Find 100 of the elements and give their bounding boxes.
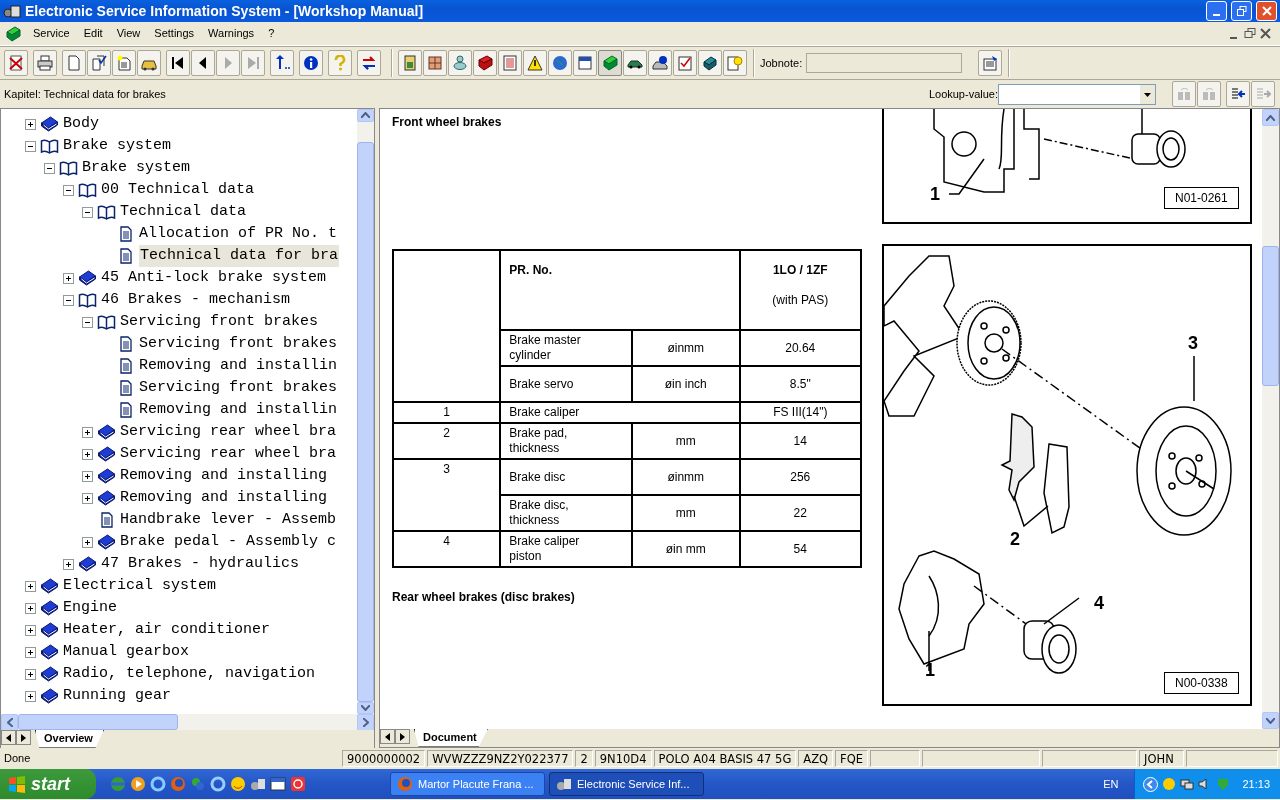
taskbar-button[interactable]: Electronic Service Inf... <box>549 772 704 796</box>
minimize-button[interactable] <box>1206 1 1227 21</box>
menu-item[interactable]: ? <box>261 23 282 44</box>
tree-item[interactable]: Removing and installin <box>139 354 338 378</box>
properties-button[interactable] <box>978 50 1003 76</box>
expand-icon[interactable] <box>25 646 36 658</box>
menu-item[interactable]: Warnings <box>201 23 262 44</box>
expand-icon[interactable] <box>63 558 74 570</box>
collapse-icon[interactable] <box>82 206 93 218</box>
tab-scroll-right-button[interactable] <box>395 729 410 744</box>
expand-icon[interactable] <box>82 536 93 548</box>
insert-button[interactable] <box>1226 81 1250 107</box>
expand-icon[interactable] <box>82 448 93 460</box>
tab-scroll-left-button[interactable] <box>380 729 395 744</box>
menu-item[interactable]: Service <box>26 23 77 44</box>
expand-icon[interactable] <box>25 690 36 702</box>
language-indicator[interactable]: EN <box>1103 775 1119 793</box>
jobnote-field[interactable] <box>806 53 963 73</box>
tree-item[interactable]: 47 Brakes - hydraulics <box>101 552 300 576</box>
horizontal-scroll-thumb[interactable] <box>18 714 178 730</box>
restore-button[interactable] <box>1231 1 1252 21</box>
book-button[interactable] <box>598 50 622 76</box>
info-button[interactable] <box>299 50 323 76</box>
tree-item[interactable]: Servicing rear wheel bra <box>120 442 337 466</box>
window-icon[interactable] <box>270 776 286 792</box>
lookup-combobox[interactable] <box>998 83 1156 105</box>
expand-icon[interactable] <box>25 602 36 614</box>
menu-item[interactable]: Edit <box>76 23 110 44</box>
tree-item[interactable]: 00 Technical data <box>101 178 255 202</box>
tab[interactable]: Overview <box>35 730 104 748</box>
collapse-icon[interactable] <box>25 140 36 152</box>
collapse-icon[interactable] <box>63 294 74 306</box>
tab-scroll-right-button[interactable] <box>16 730 31 745</box>
chip-button[interactable] <box>398 50 422 76</box>
tree-item[interactable]: Servicing front brakes <box>139 376 338 400</box>
tree-item[interactable]: Removing and installing <box>120 486 328 510</box>
taskbar-button[interactable]: Martor Placute Frana ... <box>390 772 545 796</box>
tree-item[interactable]: Brake system <box>82 156 191 180</box>
menu-item[interactable]: View <box>109 23 148 44</box>
browser-icon[interactable] <box>150 776 166 792</box>
scroll-down-button[interactable] <box>1262 712 1279 729</box>
window-button[interactable] <box>573 50 597 76</box>
tree-item[interactable]: Body <box>63 112 99 136</box>
closed-book-button[interactable] <box>473 50 497 76</box>
car-side-button[interactable] <box>623 50 647 76</box>
close-button[interactable] <box>1256 1 1277 21</box>
up-arrow-button[interactable] <box>270 50 294 76</box>
warning-button[interactable] <box>523 50 547 76</box>
tree-item[interactable]: Servicing front brakes <box>139 332 338 356</box>
figures-button[interactable] <box>448 50 472 76</box>
network-icon[interactable] <box>1180 777 1195 791</box>
globe-button[interactable] <box>548 50 572 76</box>
tree-item[interactable]: Engine <box>63 596 117 620</box>
media-player-icon[interactable] <box>130 776 146 792</box>
previous-button[interactable] <box>191 50 215 76</box>
printer-button[interactable] <box>33 50 57 76</box>
swap-arrows-button[interactable] <box>357 50 381 76</box>
expand-icon[interactable] <box>25 668 36 680</box>
car-button[interactable] <box>137 50 161 76</box>
expand-icon[interactable] <box>82 470 93 482</box>
expand-icon[interactable] <box>82 426 93 438</box>
tab[interactable]: Document <box>414 729 488 747</box>
tree-item[interactable]: Handbrake lever - Assemb <box>120 508 337 532</box>
first-button[interactable] <box>166 50 190 76</box>
collapse-icon[interactable] <box>82 316 93 328</box>
expand-icon[interactable] <box>82 492 93 504</box>
tree-item[interactable]: Servicing front brakes <box>120 310 319 334</box>
tree-item[interactable]: Brake pedal - Assembly c <box>120 530 337 554</box>
collapse-icon[interactable] <box>63 184 74 196</box>
stack-button[interactable] <box>698 50 722 76</box>
tree-item[interactable]: 46 Brakes - mechanism <box>101 288 291 312</box>
expand-icon[interactable] <box>63 272 74 284</box>
tree-item[interactable]: Brake system <box>63 134 172 158</box>
close-x-button[interactable] <box>4 50 28 76</box>
tree-item[interactable]: Technical data <box>120 200 247 224</box>
tree-item[interactable]: Running gear <box>63 684 172 708</box>
expand-icon[interactable] <box>25 118 36 130</box>
tree-item[interactable]: Technical data for bra <box>139 244 340 268</box>
tree-item[interactable]: Removing and installin <box>139 398 338 422</box>
tree-item[interactable]: Servicing rear wheel bra <box>120 420 337 444</box>
tree-item[interactable]: Manual gearbox <box>63 640 190 664</box>
expand-icon[interactable] <box>25 624 36 636</box>
checklist-button[interactable] <box>673 50 697 76</box>
collapse-icon[interactable] <box>44 162 55 174</box>
menu-item[interactable]: Settings <box>147 23 202 44</box>
start-button[interactable]: start <box>0 769 96 799</box>
show-hidden-icon[interactable] <box>1143 776 1159 792</box>
tree-item[interactable]: Removing and installing <box>120 464 328 488</box>
scroll-down-button[interactable] <box>357 701 374 714</box>
vertical-scrollbar[interactable] <box>1262 109 1279 729</box>
tree-item[interactable]: Radio, telephone, navigation <box>63 662 316 686</box>
power-icon[interactable] <box>290 776 306 792</box>
scroll-up-button[interactable] <box>357 109 374 122</box>
box-button[interactable] <box>423 50 447 76</box>
tab-scroll-left-button[interactable] <box>1 730 16 745</box>
scroll-up-button[interactable] <box>1262 109 1279 126</box>
tree-item[interactable]: Electrical system <box>63 574 217 598</box>
car-info-button[interactable] <box>648 50 672 76</box>
tree-item[interactable]: Allocation of PR No. t <box>139 222 338 246</box>
tree-item[interactable]: 45 Anti-lock brake system <box>101 266 327 290</box>
